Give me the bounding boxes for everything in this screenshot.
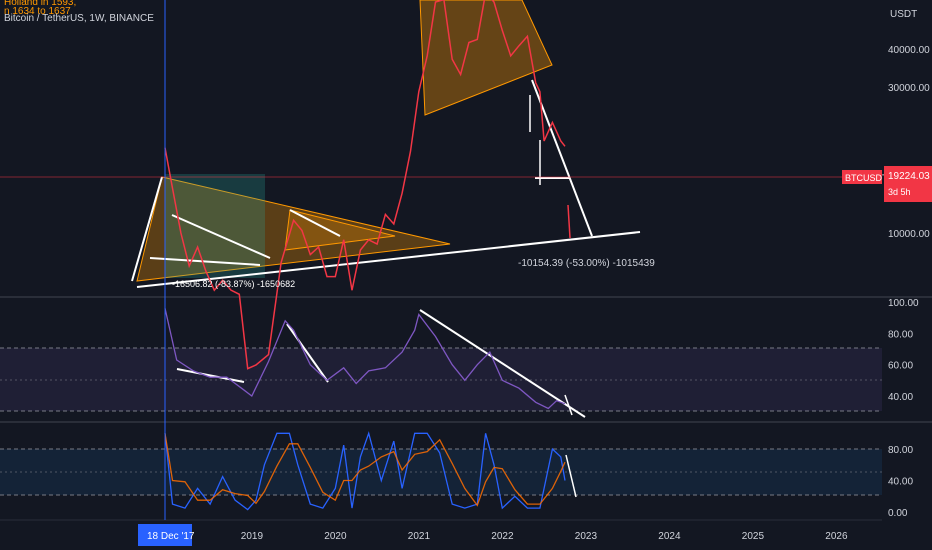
axis-tick-label: 40.00 [888,477,913,488]
time-axis-label: 2019 [241,531,264,542]
axis-tick-label: 30000.00 [888,83,930,94]
axis-tick-label: 80.00 [888,445,913,456]
time-axis-label: 2021 [408,531,431,542]
price-unit-label: USDT [890,9,917,20]
chart[interactable]: 40000.00 30000.00 10000.00 100.00 80.00 60.0… [0,0,932,550]
axis-tick-label: 80.00 [888,329,913,340]
symbol-title[interactable]: Bitcoin / TetherUS, 1W, BINANCE [4,13,154,24]
axis-tick-label: 10000.00 [888,229,930,240]
time-axis-label: 2025 [742,531,765,542]
time-axis-label: 2023 [575,531,598,542]
arrow-down [567,204,571,239]
axis-tick-label: 100.00 [888,298,919,309]
time-axis-label: 2020 [324,531,347,542]
price-badge-value: 19224.03 [888,171,930,182]
axis-tick-label: 60.00 [888,361,913,372]
crosshair-time-label: 18 Dec '17 [147,531,195,542]
axis-tick-label: 40.00 [888,392,913,403]
axis-tick-label: 0.00 [888,508,908,519]
axis-tick-label: 40000.00 [888,45,930,56]
measure-2022: -10154.39 (-53.00%) -1015439 [518,258,655,269]
time-axis-label: 2024 [658,531,681,542]
price-badge-countdown: 3d 5h [888,187,911,197]
time-axis-label: 2026 [825,531,848,542]
measure-2018: -16506.82 (-83.87%) -1650682 [172,279,295,289]
time-axis-label: 2022 [491,531,514,542]
triangle-drawing-2021[interactable] [419,0,553,116]
symbol-badge-label: BTCUSDT [845,173,888,183]
